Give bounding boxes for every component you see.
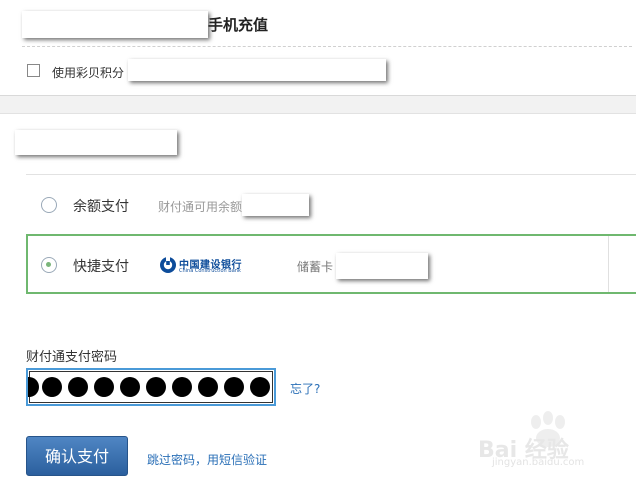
password-dot (172, 377, 192, 397)
page-title: 手机充值 (208, 16, 269, 34)
password-dot (146, 377, 166, 397)
redacted-phone-number (22, 11, 208, 38)
option-separator (608, 236, 609, 292)
bank-name-en: China Construction Bank (179, 268, 241, 274)
quick-pay-radio[interactable] (41, 257, 57, 273)
redacted-balance-amount (242, 194, 309, 216)
balance-pay-label[interactable]: 余额支付 (73, 196, 129, 216)
password-dot (120, 377, 140, 397)
password-dot (68, 377, 88, 397)
password-dot (250, 377, 270, 397)
password-dot (224, 377, 244, 397)
redacted-card-number (336, 253, 428, 279)
quick-pay-label[interactable]: 快捷支付 (73, 256, 129, 276)
password-dot (94, 377, 114, 397)
password-title: 财付通支付密码 (26, 350, 118, 365)
sms-verify-link[interactable]: 跳过密码，用短信验证 (147, 451, 267, 468)
password-inner-frame (28, 371, 273, 403)
method-divider (26, 174, 636, 175)
redacted-section-title (15, 130, 177, 155)
password-dot (198, 377, 218, 397)
confirm-pay-button[interactable]: 确认支付 (26, 436, 128, 476)
watermark-url: jingyan.baidu.com (492, 457, 585, 468)
radio-selected-dot (46, 262, 51, 267)
forgot-password-link[interactable]: 忘了? (290, 380, 320, 397)
dashed-divider (22, 46, 632, 47)
points-checkbox[interactable] (27, 64, 40, 77)
balance-radio[interactable] (41, 197, 57, 213)
card-type-label: 储蓄卡 (297, 260, 334, 274)
payment-password-input[interactable] (26, 368, 276, 406)
redacted-points-info (128, 59, 386, 81)
password-dot (42, 377, 62, 397)
password-dot (28, 377, 39, 397)
points-label: 使用彩贝积分 (52, 66, 125, 80)
balance-hint: 财付通可用余额 (158, 200, 243, 214)
section-gap (0, 96, 636, 114)
